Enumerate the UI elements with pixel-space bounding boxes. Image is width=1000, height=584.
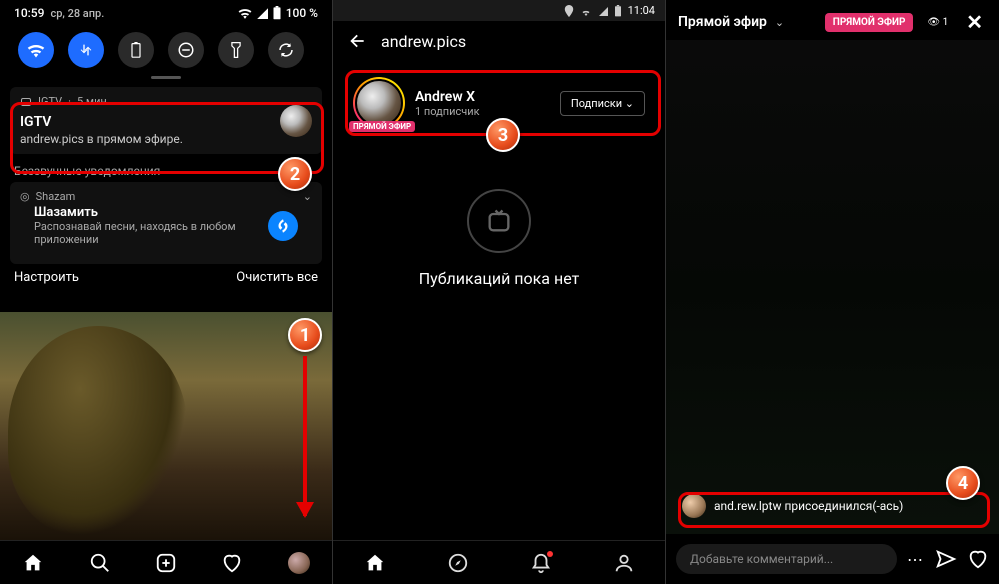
chevron-down-icon: ⌄ (625, 97, 634, 110)
live-title[interactable]: Прямой эфир (678, 14, 767, 30)
comment-bar: Добавьте комментарий... ⋯ (676, 544, 989, 574)
status-bar: 10:59 ср, 28 апр. 100 % (0, 0, 332, 22)
igtv-notification[interactable]: IGTV · 5 мин. IGTV andrew.pics в прямом … (10, 87, 322, 154)
quick-settings-row (0, 22, 332, 76)
shazam-small-icon: ◎ (20, 190, 30, 203)
joined-text: and.rew.lptw присоединился(-ась) (714, 499, 903, 513)
joined-username: and.rew.lptw (714, 499, 781, 513)
igtv-empty-icon (467, 189, 531, 253)
notif-title: IGTV (20, 114, 312, 130)
nav-home-icon[interactable] (22, 552, 44, 574)
notif-app-name: IGTV (38, 95, 62, 108)
chevron-down-icon[interactable]: ⌄ (303, 190, 312, 203)
status-date: ср, 28 апр. (50, 7, 104, 20)
clear-all-button[interactable]: Очистить все (236, 270, 318, 285)
more-icon[interactable]: ⋯ (907, 550, 925, 569)
live-top-bar: Прямой эфир ⌄ ПРЯМОЙ ЭФИР 👁 1 ✕ (666, 0, 999, 44)
qs-battery-toggle[interactable] (118, 32, 154, 68)
qs-wifi-toggle[interactable] (18, 32, 54, 68)
nav-create-icon[interactable] (155, 552, 177, 574)
back-icon[interactable] (347, 31, 367, 51)
igtv-app-icon (20, 96, 32, 108)
shazam-icon[interactable] (268, 211, 298, 241)
username-title[interactable]: andrew.pics (381, 32, 466, 51)
profile-header: andrew.pics (333, 21, 665, 61)
nav-profile-icon[interactable] (613, 552, 635, 574)
live-video-area[interactable] (666, 40, 999, 534)
status-icons: 100 % (238, 6, 318, 20)
joined-suffix: присоединился(-ась) (784, 499, 903, 513)
heart-icon[interactable] (967, 548, 989, 570)
follow-dropdown[interactable]: Подписки ⌄ (560, 91, 645, 116)
comment-placeholder: Добавьте комментарий... (690, 552, 833, 566)
wallpaper-tree (8, 326, 188, 536)
notif-body: andrew.pics в прямом эфире. (20, 132, 312, 146)
notif-avatar (280, 105, 312, 137)
nav-explore-icon[interactable] (447, 552, 469, 574)
phone-3-live-stream: Прямой эфир ⌄ ПРЯМОЙ ЭФИР 👁 1 ✕ and.rew.… (666, 0, 999, 584)
location-icon (564, 5, 574, 17)
battery-icon (272, 6, 282, 20)
follow-label: Подписки (571, 97, 622, 110)
shazam-sub: Распознавай песни, находясь в любом прил… (34, 220, 268, 246)
profile-name: Andrew X (415, 89, 480, 105)
profile-card: ПРЯМОЙ ЭФИР Andrew X 1 подписчик Подписк… (343, 67, 655, 139)
nav-search-icon[interactable] (89, 552, 111, 574)
send-icon[interactable] (935, 548, 957, 570)
battery-percent: 100 % (286, 6, 318, 20)
nav-notifications-icon[interactable] (530, 552, 552, 574)
nav-heart-icon[interactable] (221, 552, 243, 574)
instagram-bottom-nav (0, 540, 332, 584)
status-time: 10:59 (14, 6, 44, 20)
nav-profile-avatar[interactable] (288, 552, 310, 574)
status-bar: 11:04 (333, 0, 665, 21)
silent-section-label: Беззвучные уведомления (0, 154, 332, 182)
status-time: 11:04 (628, 4, 655, 17)
qs-rotation-toggle[interactable] (268, 32, 304, 68)
shazam-title: Шазамить (34, 205, 268, 220)
shazam-notification[interactable]: ◎ Shazam ⌄ Шазамить Распознавай песни, н… (10, 182, 322, 264)
live-tag: ПРЯМОЙ ЭФИР (349, 121, 415, 132)
empty-state-text: Публикаций пока нет (333, 269, 665, 288)
chevron-down-icon[interactable]: ⌄ (775, 16, 784, 29)
qs-dnd-toggle[interactable] (168, 32, 204, 68)
qs-data-toggle[interactable] (68, 32, 104, 68)
profile-subscribers: 1 подписчик (415, 105, 480, 118)
nav-home-icon[interactable] (364, 552, 386, 574)
phone-2-profile-page: 11:04 andrew.pics ПРЯМОЙ ЭФИР Andrew X 1… (333, 0, 666, 584)
notif-actions-row: Настроить Очистить все (0, 264, 332, 291)
battery-icon (614, 5, 622, 17)
qs-expand-handle[interactable] (151, 76, 181, 79)
comment-input[interactable]: Добавьте комментарий... (676, 544, 897, 574)
viewer-count[interactable]: 👁 1 (921, 14, 954, 31)
phone-1-notification-shade: 10:59 ср, 28 апр. 100 % (0, 0, 333, 584)
wifi-icon (580, 6, 592, 16)
customize-button[interactable]: Настроить (14, 270, 79, 285)
joined-notification: and.rew.lptw присоединился(-ась) (676, 488, 989, 524)
wifi-icon (238, 7, 252, 19)
signal-icon (256, 7, 268, 19)
notif-age: 5 мин. (77, 95, 110, 108)
eye-icon: 👁 (927, 17, 942, 28)
instagram-bottom-nav (333, 540, 665, 584)
joined-avatar (682, 494, 706, 518)
signal-icon (598, 6, 608, 16)
live-badge: ПРЯМОЙ ЭФИР (825, 13, 914, 32)
qs-flashlight-toggle[interactable] (218, 32, 254, 68)
close-icon[interactable]: ✕ (962, 10, 987, 34)
shazam-app-name: Shazam (36, 190, 76, 203)
